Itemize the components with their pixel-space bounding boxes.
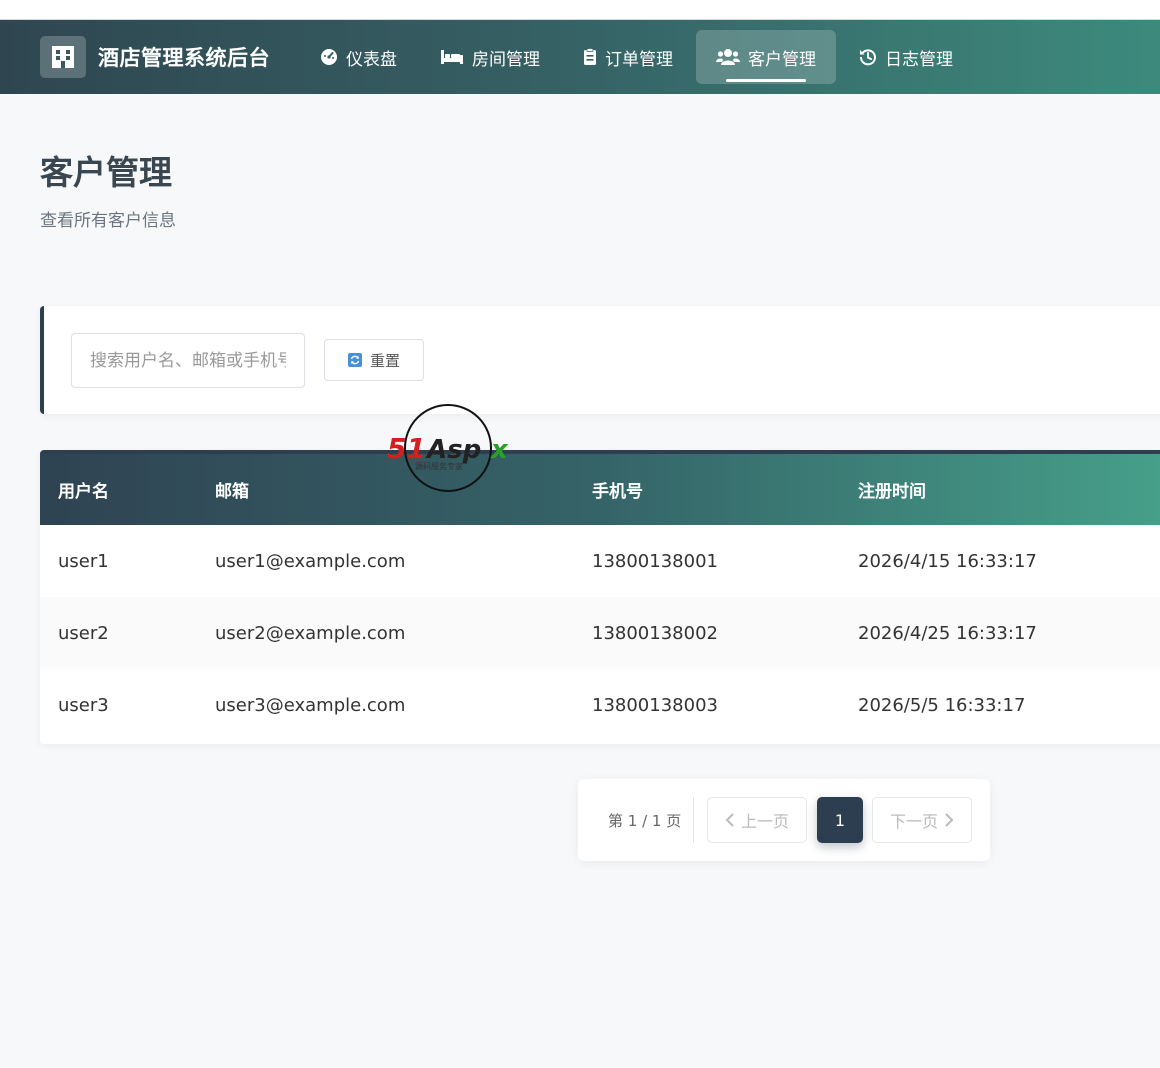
cell-username: user2	[58, 622, 109, 644]
column-header-registered[interactable]: 注册时间	[858, 477, 926, 502]
history-icon	[859, 49, 876, 66]
nav-label: 客户管理	[748, 49, 816, 70]
next-page-label: 下一页	[889, 812, 938, 831]
nav-label: 日志管理	[885, 49, 953, 70]
app-title: 酒店管理系统后台	[98, 46, 270, 70]
nav-item-logs[interactable]: 日志管理	[839, 30, 973, 84]
watermark-tagline: 源码服务专家	[415, 461, 463, 471]
nav-label: 订单管理	[605, 49, 673, 70]
table-row[interactable]: user3 user3@example.com 13800138003 2026…	[40, 669, 1160, 741]
nav-item-rooms[interactable]: 房间管理	[420, 30, 560, 84]
column-header-username[interactable]: 用户名	[58, 477, 109, 502]
pagination-divider	[693, 797, 694, 843]
chevron-right-icon	[945, 813, 954, 827]
page-header: 客户管理 查看所有客户信息	[40, 146, 176, 231]
cell-registered: 2026/4/15 16:33:17	[858, 550, 1037, 572]
watermark-text-x: x	[489, 435, 509, 465]
page-number: 1	[834, 810, 846, 830]
column-header-email[interactable]: 邮箱	[215, 477, 249, 502]
nav-item-customers[interactable]: 客户管理	[696, 30, 836, 84]
dashboard-icon	[321, 49, 337, 65]
watermark-text-51: 51	[387, 432, 426, 465]
page-subtitle: 查看所有客户信息	[40, 211, 176, 231]
cell-registered: 2026/4/25 16:33:17	[858, 622, 1037, 644]
refresh-icon	[347, 353, 362, 367]
cell-username: user1	[58, 550, 109, 572]
nav-menu: 仪表盘 房间管理 订单管理 客户管理 日志管理	[300, 20, 976, 94]
cell-email: user3@example.com	[215, 694, 406, 716]
cell-email: user2@example.com	[215, 622, 406, 644]
hotel-logo-icon	[40, 36, 86, 78]
column-header-phone[interactable]: 手机号	[592, 477, 643, 502]
clipboard-icon	[584, 48, 596, 65]
prev-page-button[interactable]: 上一页	[707, 797, 807, 843]
reset-button[interactable]: 重置	[324, 339, 424, 381]
users-icon	[716, 49, 740, 65]
watermark-logo: 51 Asp x 源码服务专家	[387, 404, 509, 492]
cell-email: user1@example.com	[215, 550, 406, 572]
cell-registered: 2026/5/5 16:33:17	[858, 694, 1026, 716]
brand[interactable]: 酒店管理系统后台	[40, 36, 270, 78]
chevron-left-icon	[725, 813, 734, 827]
top-navbar: 酒店管理系统后台 仪表盘 房间管理 订单管理 客户管理 日志管理	[0, 20, 1160, 94]
cell-phone: 13800138001	[592, 550, 718, 572]
filter-card: 重置	[40, 306, 1160, 414]
pagination-info: 第 1 / 1 页	[608, 812, 682, 830]
table-row[interactable]: user1 user1@example.com 13800138001 2026…	[40, 525, 1160, 597]
table-header: 用户名 邮箱 手机号 注册时间	[40, 450, 1160, 525]
search-input[interactable]	[71, 333, 305, 388]
page-number-button[interactable]: 1	[817, 797, 863, 843]
cell-phone: 13800138003	[592, 694, 718, 716]
reset-button-label: 重置	[369, 351, 400, 370]
nav-item-dashboard[interactable]: 仪表盘	[300, 30, 417, 84]
table-row[interactable]: user2 user2@example.com 13800138002 2026…	[40, 597, 1160, 669]
next-page-button[interactable]: 下一页	[872, 797, 972, 843]
nav-item-orders[interactable]: 订单管理	[563, 30, 693, 84]
bed-icon	[441, 50, 463, 64]
page-title: 客户管理	[40, 153, 172, 192]
customer-table: 用户名 邮箱 手机号 注册时间 user1 user1@example.com …	[40, 450, 1160, 744]
nav-label: 房间管理	[472, 49, 540, 70]
pagination: 第 1 / 1 页 上一页 1 下一页	[578, 779, 990, 861]
prev-page-label: 上一页	[740, 812, 789, 831]
watermark-text-asp: Asp	[425, 435, 481, 465]
cell-phone: 13800138002	[592, 622, 718, 644]
nav-label: 仪表盘	[346, 49, 397, 70]
browser-top-strip	[0, 0, 1160, 20]
cell-username: user3	[58, 694, 109, 716]
